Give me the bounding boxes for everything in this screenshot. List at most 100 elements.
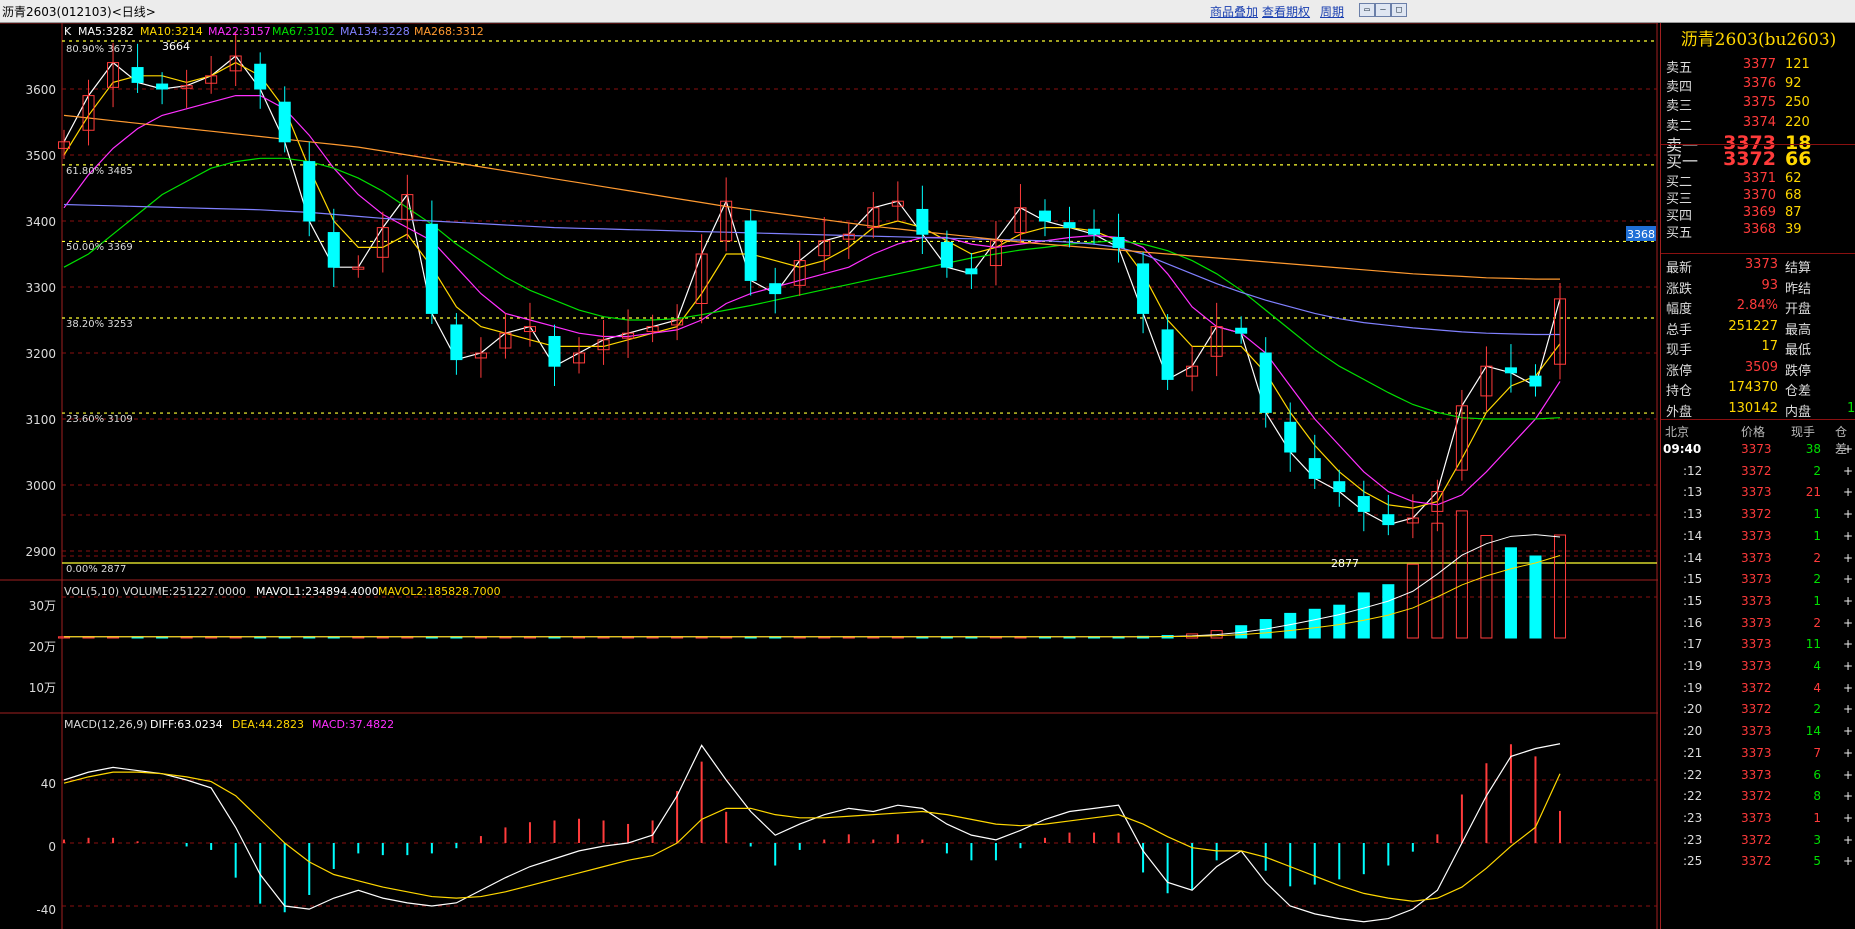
tick-oi-flag: + [1843, 680, 1854, 695]
tick-price: 3373 [1741, 593, 1772, 608]
tick-price: 3372 [1741, 854, 1772, 869]
vol-tick-10: 10万 [29, 681, 56, 695]
tick-volume: 4 [1813, 659, 1821, 673]
tick-row[interactable]: :15 3373 1 + [1661, 594, 1855, 612]
annotation-high: 3664 [162, 40, 190, 53]
tick-row[interactable]: :13 3372 1 + [1661, 507, 1855, 525]
tick-time: :13 [1683, 507, 1703, 522]
tick-row[interactable]: :22 3373 6 + [1661, 768, 1855, 786]
macd-legend: MACD(12,26,9) [64, 718, 148, 731]
tick-price: 3373 [1741, 528, 1772, 543]
stat-label: 外盘 [1666, 404, 1693, 420]
tick-oi-flag: + [1843, 659, 1854, 673]
tick-row[interactable]: :19 3373 4 + [1661, 659, 1855, 677]
stat-value: 251227 [1728, 318, 1778, 334]
volume-bar [1406, 563, 1419, 639]
tick-price: 3372 [1741, 789, 1772, 804]
stat-label: 最新 [1666, 261, 1693, 276]
tick-row[interactable]: :23 3373 1 + [1661, 811, 1855, 829]
volume-bar [1455, 510, 1468, 639]
tick-row[interactable]: :23 3372 3 + [1661, 833, 1855, 851]
minimize-icon[interactable]: – [1375, 3, 1391, 17]
tick-header-price: 价格 [1741, 425, 1766, 439]
ask-volume: 250 [1785, 95, 1810, 110]
product-overlay-link[interactable]: 商品叠加 [1210, 3, 1258, 20]
stat-value: 174370 [1728, 380, 1778, 395]
tick-row[interactable]: :17 3373 11 + [1661, 637, 1855, 655]
candle-body [1063, 222, 1076, 229]
period-link[interactable]: 周期 [1320, 3, 1344, 20]
tick-price: 3373 [1741, 572, 1772, 587]
tick-row[interactable]: :13 3373 21 + [1661, 485, 1855, 503]
tick-price: 3372 [1741, 702, 1772, 717]
candle-body [254, 63, 267, 90]
fib-label-61: 61.80% 3485 [66, 166, 133, 177]
bid-volume: 68 [1785, 188, 1802, 203]
tick-time: 09:40 [1663, 442, 1702, 456]
tick-row[interactable]: :16 3373 2 + [1661, 616, 1855, 634]
tick-price: 3373 [1741, 550, 1772, 565]
volume-bar [1382, 584, 1395, 639]
tick-row[interactable]: :21 3373 7 + [1661, 746, 1855, 764]
tick-row[interactable]: 09:40 3373 38 + [1661, 442, 1855, 460]
y-tick-3200: 3200 [25, 347, 56, 361]
view-options-link[interactable]: 查看期权 [1262, 3, 1310, 20]
macd-histogram [63, 743, 1561, 923]
candle-body [1529, 375, 1542, 387]
stats-ticks-separator [1661, 419, 1855, 420]
candle-body [1235, 327, 1248, 334]
annotation-low: 2877 [1331, 557, 1359, 570]
ask-volume: 220 [1785, 115, 1810, 130]
ask-price: 3377 [1742, 57, 1776, 72]
window-titlebar: 沥青2603(012103)<日线> 商品叠加 查看期权 周期 ▭ – □ [0, 0, 1855, 23]
tick-oi-flag: + [1843, 832, 1854, 847]
macd-diff: DIFF:63.0234 [150, 718, 223, 731]
tick-row[interactable]: :19 3372 4 + [1661, 681, 1855, 699]
candle-body [1088, 228, 1101, 235]
tick-price: 3373 [1741, 767, 1772, 782]
tick-time: :20 [1683, 702, 1703, 717]
macd-line-dea [63, 771, 1561, 902]
tick-row[interactable]: :14 3373 2 + [1661, 551, 1855, 569]
stat-label-2: 内盘 [1785, 404, 1812, 420]
ask-volume: 92 [1785, 76, 1802, 91]
tick-row[interactable]: :15 3373 2 + [1661, 572, 1855, 590]
stat-label: 现手 [1666, 343, 1693, 358]
volume-bar [1357, 592, 1370, 639]
volume-bar [1553, 534, 1567, 639]
tick-oi-flag: + [1843, 550, 1854, 565]
candle-body [1333, 481, 1346, 493]
stat-label-2: 最高 [1785, 322, 1812, 338]
macd-line-diff [63, 743, 1561, 923]
tick-row[interactable]: :25 3372 5 + [1661, 854, 1855, 872]
tick-row[interactable]: :22 3372 8 + [1661, 789, 1855, 807]
stat-extra: 1 [1847, 400, 1855, 416]
restore-icon[interactable]: ▭ [1359, 3, 1375, 17]
tick-oi-flag: + [1843, 637, 1854, 652]
tick-oi-flag: + [1843, 724, 1854, 739]
y-tick-3300: 3300 [25, 281, 56, 295]
tick-oi-flag: + [1843, 810, 1854, 825]
tick-volume: 14 [1805, 724, 1821, 739]
tick-price: 3372 [1741, 463, 1772, 478]
chart-area[interactable]: K MA5:3282 MA10:3214 MA22:3157 MA67:3102… [0, 23, 1658, 929]
maximize-icon[interactable]: □ [1391, 3, 1407, 17]
tick-time: :17 [1683, 637, 1703, 652]
ma-line-ma134 [63, 203, 1560, 336]
candle-body [425, 223, 438, 314]
tick-row[interactable]: :20 3372 2 + [1661, 702, 1855, 720]
legend-k: K [64, 25, 72, 38]
candle-body [940, 241, 953, 268]
bid-label: 买一 [1666, 152, 1699, 171]
bid-stats-separator [1661, 253, 1855, 254]
tick-row[interactable]: :20 3373 14 + [1661, 724, 1855, 742]
candle-body [278, 101, 291, 143]
ask-label: 卖四 [1666, 80, 1693, 95]
tick-oi-flag: + [1843, 572, 1854, 587]
legend-ma134: MA134:3228 [340, 25, 410, 38]
tick-row[interactable]: :12 3372 2 + [1661, 464, 1855, 482]
tick-oi-flag: + [1843, 442, 1854, 456]
stat-label: 幅度 [1666, 302, 1693, 317]
tick-row[interactable]: :14 3373 1 + [1661, 529, 1855, 547]
kline-chart[interactable]: K MA5:3282 MA10:3214 MA22:3157 MA67:3102… [0, 23, 1658, 929]
